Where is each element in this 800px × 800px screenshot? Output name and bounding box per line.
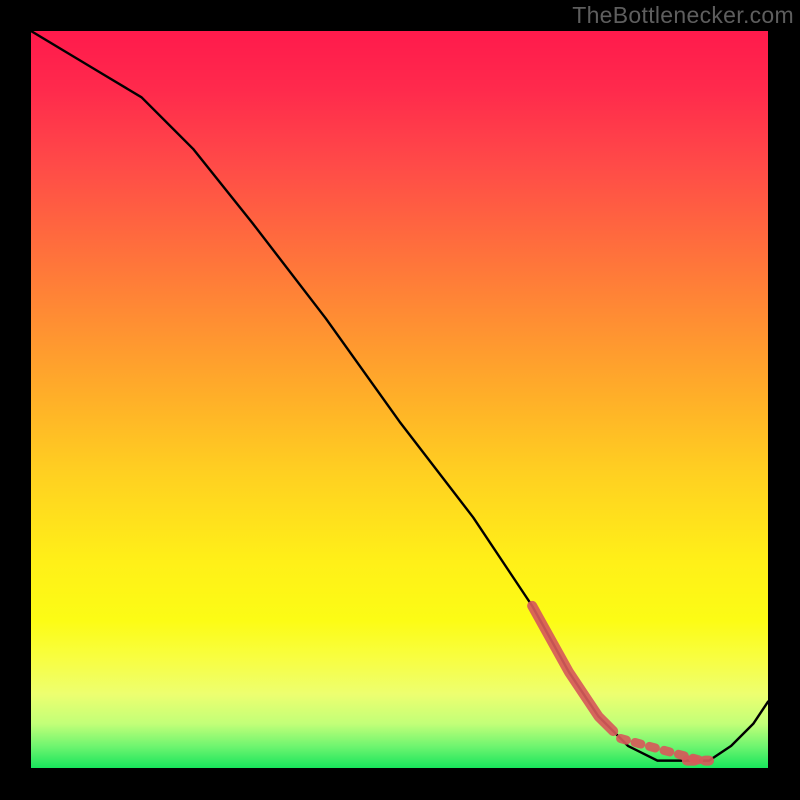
bottleneck-curve: [31, 31, 768, 761]
curve-svg: [31, 31, 768, 768]
highlight-segment-left: [532, 606, 613, 731]
watermark-text: TheBottlenecker.com: [572, 0, 794, 30]
plot-area: [31, 31, 768, 768]
chart-frame: TheBottlenecker.com: [0, 0, 800, 800]
